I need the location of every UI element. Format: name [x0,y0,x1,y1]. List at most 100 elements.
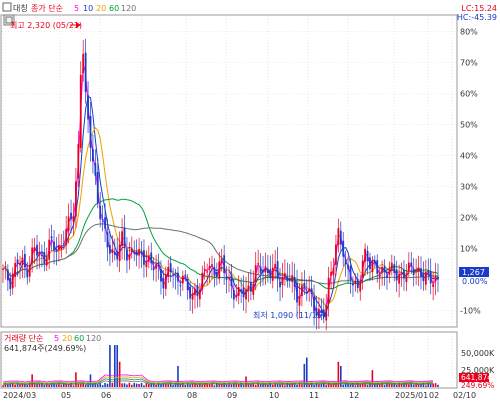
candle-body [160,269,162,282]
price-tick-label: 50% [460,121,478,130]
candle-body [50,236,53,239]
candle-body [327,277,330,304]
volume-last-pct: 249.69% [461,381,494,390]
candle-body [381,266,384,273]
candle-body [208,266,211,269]
candle-body [155,264,158,269]
price-tick-label: 60% [460,90,478,99]
candle-body [45,258,48,266]
candle-body [344,259,347,265]
toggle-checkbox[interactable] [2,2,12,12]
candle-body [262,269,264,272]
candle-body [174,275,177,277]
candle-body [432,284,435,287]
candle-body [310,288,313,294]
candle-body [189,286,192,299]
candle-body [28,264,31,277]
candle-body [407,262,410,272]
volume-bar [130,384,133,387]
volume-bar [167,384,170,387]
x-axis-label: 12 [349,391,359,400]
volume-bar [427,382,430,387]
volume-bar [138,384,140,387]
candle-body [135,250,138,256]
x-axis-label: 08 [187,391,197,400]
volume-bar [75,372,77,387]
volume-bar [298,382,301,387]
price-tick-label: 10% [460,245,478,254]
candle-body [359,280,362,292]
volume-bar [284,385,286,387]
price-tick-label: 40% [460,152,478,161]
candle-body [330,271,332,276]
candle-body [257,263,260,265]
ma5-label: 5 [74,4,79,13]
candle-body [109,245,111,254]
candle-body [405,274,408,283]
volume-bar [252,382,255,387]
candle-body [201,272,204,290]
candle-body [249,282,252,292]
candle-body [279,282,281,288]
candle-body [424,272,427,285]
candle-body [286,276,289,282]
volume-bar [242,385,245,387]
candle-body [403,269,405,279]
volume-bar [271,384,274,387]
candle-body [283,273,286,276]
vol-ma5-label: 5 [54,334,59,343]
candle-body [410,262,413,267]
volume-bar [143,385,145,387]
candle-body [220,258,223,263]
volume-bar [72,385,75,387]
candle-body [121,231,123,247]
candle-body [288,277,291,281]
volume-bar [19,384,21,387]
candle-body [198,289,201,300]
volume-bar [354,385,357,387]
candle-body [196,285,199,297]
candle-body [228,277,230,279]
stock-chart[interactable]: 대칭 종가 단순 5 10 20 60 120 LC:15.24 HC:-45.… [0,0,500,402]
candle-body [9,278,12,290]
volume-bar [211,382,213,387]
candle-body [116,251,119,260]
volume-bar [148,384,150,387]
candle-body [23,253,26,268]
candle-body [305,291,308,295]
volume-bar [118,361,121,387]
candle-body [94,163,97,176]
candle-body [40,254,43,256]
candle-body [301,285,303,297]
volume-bar [230,384,233,387]
candle-body [232,289,235,300]
candle-body [21,257,24,265]
volume-bar [140,382,143,387]
chart-canvas[interactable]: 대칭 종가 단순 5 10 20 60 120 LC:15.24 HC:-45.… [0,0,500,402]
candle-body [437,276,439,280]
candle-body [203,268,206,271]
volume-bar [408,384,410,387]
candle-body [167,266,170,277]
x-axis-label: 2025/01 [395,391,428,400]
candle-body [101,219,104,221]
candle-body [264,266,267,273]
price-tick-label: 30% [460,183,478,192]
candle-body [206,271,209,273]
volume-bar [55,384,58,387]
volume-tick-50000k: 50,000K [461,349,495,358]
candle-body [75,181,77,217]
volume-bar [279,384,281,387]
candle-body [225,276,228,280]
candle-body [31,247,34,263]
candle-body [96,172,99,204]
candle-body [92,148,94,162]
candle-body [369,257,371,270]
candle-body [361,260,364,278]
vol-ma120-label: 120 [86,334,101,343]
candle-body [169,263,172,272]
candle-body [259,266,262,273]
candle-body [254,265,257,283]
volume-bar [259,384,262,387]
candle-body [53,241,55,251]
